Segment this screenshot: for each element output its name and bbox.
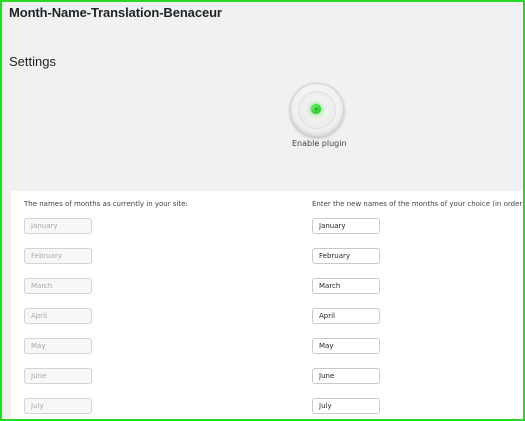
current-months-header: The names of months as currently in your… — [24, 200, 188, 208]
new-months-header: Enter the new names of the months of you… — [312, 200, 525, 208]
month-names-panel: The names of months as currently in your… — [11, 191, 525, 419]
current-month-field — [24, 368, 92, 384]
current-month-field — [24, 308, 92, 324]
new-month-field[interactable] — [312, 218, 380, 234]
plugin-settings-page: Month-Name-Translation-Benaceur Settings… — [0, 0, 525, 421]
new-month-field[interactable] — [312, 338, 380, 354]
current-month-field — [24, 278, 92, 294]
new-month-field[interactable] — [312, 308, 380, 324]
power-led-icon — [311, 104, 321, 114]
current-month-field — [24, 398, 92, 414]
current-month-field — [24, 218, 92, 234]
enable-plugin-toggle[interactable] — [290, 83, 344, 137]
new-month-field[interactable] — [312, 248, 380, 264]
settings-heading: Settings — [9, 54, 56, 69]
led-center-dot — [314, 107, 318, 111]
new-month-field[interactable] — [312, 398, 380, 414]
new-month-field[interactable] — [312, 368, 380, 384]
current-month-field — [24, 338, 92, 354]
enable-plugin-label: Enable plugin — [292, 139, 347, 148]
toggle-inner-ring — [298, 91, 336, 129]
current-month-field — [24, 248, 92, 264]
new-month-field[interactable] — [312, 278, 380, 294]
plugin-title: Month-Name-Translation-Benaceur — [9, 5, 222, 20]
